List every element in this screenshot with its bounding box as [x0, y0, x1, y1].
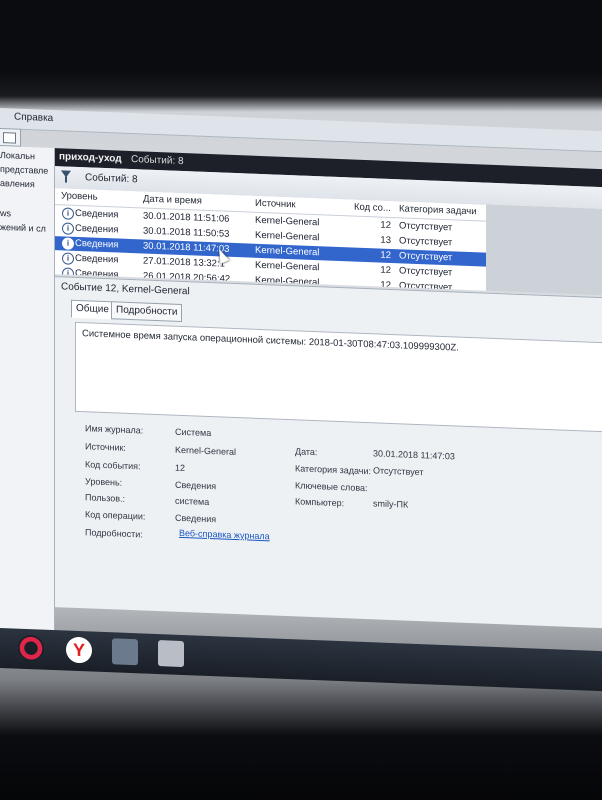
window-icon [3, 132, 16, 144]
category-label: Категория задачи: [295, 463, 371, 477]
cell-datetime: 27.01.2018 13:32:1 [143, 255, 225, 270]
cell-code: 12 [380, 249, 391, 262]
grid-empty-area [486, 204, 602, 296]
more-info-label: Подробности: [85, 527, 143, 540]
computer-label: Компьютер: [295, 496, 345, 509]
cell-source: Kernel-General [255, 244, 320, 259]
cell-source: Kernel-General [255, 229, 320, 244]
tree-item-views[interactable]: представле [0, 164, 48, 176]
event-code-value: 12 [175, 462, 186, 474]
category-value: Отсутствует [373, 465, 424, 478]
tree-item-local[interactable]: Локальн [0, 150, 35, 161]
toolbar-button[interactable] [0, 128, 21, 147]
menu-bar: Справка [0, 108, 602, 153]
yandex-browser-icon[interactable]: Y [66, 636, 92, 664]
opcode-label: Код операции: [85, 509, 146, 522]
log-name-value: Система [175, 426, 212, 439]
event-message-box: Системное время запуска операционной сис… [75, 321, 602, 433]
cell-category: Отсутствует [399, 220, 453, 234]
monitor-photo: Справка Локальн представле авления ws же… [0, 0, 602, 800]
user-label: Пользов.: [85, 492, 126, 504]
cell-datetime: 30.01.2018 11:51:06 [143, 210, 230, 225]
document-icon[interactable] [158, 640, 184, 668]
col-source[interactable]: Источник [255, 198, 296, 214]
level-label: Уровень: [85, 476, 123, 488]
cell-category: Отсутствует [399, 250, 453, 264]
cell-datetime: 30.01.2018 11:50:53 [143, 225, 230, 240]
filter-count: Событий: 8 [85, 172, 138, 186]
date-label: Дата: [295, 446, 318, 458]
user-value: система [175, 495, 210, 508]
info-icon: i [62, 237, 74, 250]
info-icon: i [62, 207, 74, 220]
computer-value: smily-ПК [373, 498, 409, 510]
event-message: Системное время запуска операционной сис… [82, 328, 459, 354]
tree-item-apps[interactable]: жений и сл [0, 222, 46, 234]
event-viewer-window: Справка Локальн представле авления ws же… [0, 108, 602, 692]
keywords-label: Ключевые слова: [295, 480, 368, 494]
log-title: приход-уход [59, 151, 122, 165]
col-level[interactable]: Уровень [61, 190, 98, 205]
app-icon[interactable] [112, 638, 138, 666]
log-name-label: Имя журнала: [85, 423, 144, 436]
tab-details[interactable]: Подробности [111, 301, 183, 323]
web-help-link[interactable]: Веб-справка журнала [179, 528, 270, 541]
taskbar: Y [0, 628, 602, 692]
cell-category: Отсутствует [399, 265, 453, 279]
tab-general[interactable]: Общие [71, 299, 114, 320]
opcode-value: Сведения [175, 512, 217, 525]
info-icon: i [62, 222, 74, 235]
opera-icon[interactable] [18, 634, 44, 662]
filter-icon [61, 170, 71, 178]
cell-source: Kernel-General [255, 259, 320, 274]
source-value: Kernel-General [175, 444, 237, 458]
event-count: Событий: 8 [131, 154, 184, 168]
source-label: Источник: [85, 441, 126, 453]
cell-code: 12 [380, 219, 391, 232]
date-value: 30.01.2018 11:47:03 [373, 448, 455, 462]
detail-title: Событие 12, Kernel-General [61, 281, 190, 298]
cell-level: Сведения [75, 222, 119, 236]
cell-code: 12 [380, 264, 391, 277]
cell-source: Kernel-General [255, 214, 320, 229]
info-icon: i [62, 252, 74, 265]
col-code[interactable]: Код со... [354, 202, 391, 217]
event-code-label: Код события: [85, 459, 141, 472]
cell-level: Сведения [75, 237, 119, 251]
cell-level: Сведения [75, 252, 119, 266]
cell-category: Отсутствует [399, 235, 453, 249]
menu-help[interactable]: Справка [14, 112, 53, 125]
cell-level: Сведения [75, 207, 119, 221]
event-grid: Уровень Дата и время Источник Код со... … [55, 188, 487, 291]
navigation-tree: Локальн представле авления ws жений и сл [0, 146, 55, 669]
level-value: Сведения [175, 479, 217, 492]
event-detail-pane: Событие 12, Kernel-General Общие Подробн… [55, 276, 602, 629]
tree-item-admin[interactable]: авления [0, 178, 35, 189]
tree-item-windows[interactable]: ws [0, 208, 11, 218]
cell-code: 13 [380, 234, 391, 247]
